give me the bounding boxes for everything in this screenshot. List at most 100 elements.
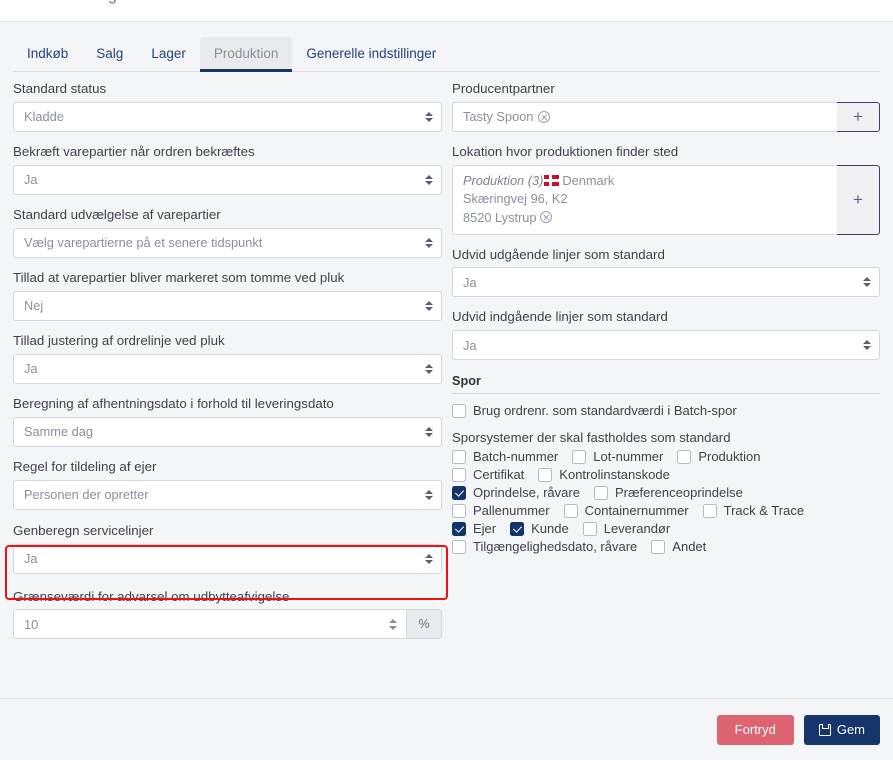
checkbox-box-icon	[677, 450, 691, 464]
production-location-country: Denmark	[562, 173, 614, 188]
checkbox-label: Pallenummer	[473, 503, 550, 518]
checkbox-label: Kunde	[531, 521, 569, 536]
label-allow-adjust: Tillad justering af ordrelinje ved pluk	[13, 332, 442, 350]
checkbox-track-and-trace[interactable]: Track & Trace	[703, 503, 804, 518]
label-default-selection: Standard udvælgelse af varepartier	[13, 206, 442, 224]
chevron-updown-icon	[862, 275, 871, 289]
field-owner-rule: Regel for tildeling af ejer Personen der…	[13, 458, 442, 510]
select-standard-status-value: Kladde	[24, 109, 64, 124]
checkbox-box-icon	[564, 504, 578, 518]
tab-lager[interactable]: Lager	[137, 37, 200, 72]
checkbox-label: Certifikat	[473, 467, 524, 482]
chevron-updown-icon	[862, 338, 871, 352]
select-allow-empty[interactable]: Nej	[13, 291, 442, 321]
checkbox-box-icon	[703, 504, 717, 518]
label-pickup-calc: Beregning af afhentningsdato i forhold t…	[13, 395, 442, 413]
checkbox-use-order-no[interactable]: Brug ordrenr. som standardværdi i Batch-…	[452, 403, 737, 418]
checkbox-label: Track & Trace	[724, 503, 804, 518]
checkbox-label: Oprindelse, råvare	[473, 485, 580, 500]
cutoff-heading-text: g	[108, 0, 117, 5]
tab-generelle-indstillinger[interactable]: Generelle indstillinger	[292, 37, 450, 72]
checkbox-andet[interactable]: Andet	[651, 539, 706, 554]
select-owner-rule-value: Personen der opretter	[24, 487, 149, 502]
producer-partner-input[interactable]: Tasty Spoon	[452, 102, 838, 132]
label-production-location: Lokation hvor produktionen finder sted	[452, 143, 880, 161]
select-expand-incoming-value: Ja	[463, 338, 477, 353]
checkbox-box-icon	[572, 450, 586, 464]
select-confirm-batches[interactable]: Ja	[13, 165, 442, 195]
checkbox-kunde[interactable]: Kunde	[510, 521, 569, 536]
production-location-input[interactable]: Produktion (3)Denmark Skæringvej 96, K2 …	[452, 165, 838, 235]
checkbox-box-icon	[452, 486, 466, 500]
checkbox-certifikat[interactable]: Certifikat	[452, 467, 524, 482]
label-recalc-service: Genberegn servicelinjer	[13, 522, 442, 540]
select-recalc-service[interactable]: Ja	[13, 544, 442, 574]
checkbox-kontrolinstanskode[interactable]: Kontrolinstanskode	[538, 467, 670, 482]
label-expand-incoming: Udvid indgående linjer som standard	[452, 308, 880, 326]
chevron-updown-icon	[424, 362, 433, 376]
select-expand-outgoing-value: Ja	[463, 275, 477, 290]
tab-bar: Indkøb Salg Lager Produktion Generelle i…	[0, 22, 893, 72]
remove-circle-icon[interactable]	[538, 111, 550, 123]
yield-threshold-input[interactable]: 10	[13, 609, 406, 639]
label-allow-empty: Tillad at varepartier bliver markeret so…	[13, 269, 442, 287]
select-allow-adjust[interactable]: Ja	[13, 354, 442, 384]
checkbox-label: Kontrolinstanskode	[559, 467, 670, 482]
field-standard-status: Standard status Kladde	[13, 80, 442, 132]
production-location-input-group: Produktion (3)Denmark Skæringvej 96, K2 …	[452, 165, 880, 235]
field-producer-partner: Producentpartner Tasty Spoon +	[452, 80, 880, 132]
chevron-updown-icon	[424, 299, 433, 313]
label-expand-outgoing: Udvid udgående linjer som standard	[452, 246, 880, 264]
production-location-line2: Skæringvej 96, K2	[463, 190, 827, 209]
production-location-postal: 8520 Lystrup	[463, 210, 537, 225]
production-location-name: Produktion (3)	[463, 173, 543, 188]
select-standard-status[interactable]: Kladde	[13, 102, 442, 132]
save-button-label: Gem	[837, 722, 865, 737]
yield-threshold-value: 10	[24, 617, 38, 632]
checkbox-lot-nummer[interactable]: Lot-nummer	[572, 449, 663, 464]
checkbox-praeferenceoprindelse[interactable]: Præferenceoprindelse	[594, 485, 743, 500]
tab-indkob[interactable]: Indkøb	[13, 37, 82, 72]
field-default-selection: Standard udvælgelse af varepartier Vælg …	[13, 206, 442, 258]
remove-circle-icon[interactable]	[540, 211, 552, 223]
checkbox-pallenummer[interactable]: Pallenummer	[452, 503, 550, 518]
field-expand-outgoing: Udvid udgående linjer som standard Ja	[452, 246, 880, 298]
checkbox-leverandoer[interactable]: Leverandør	[583, 521, 670, 536]
select-expand-incoming[interactable]: Ja	[452, 330, 880, 360]
label-yield-threshold: Grænseværdi for advarsel om udbytteafvig…	[13, 588, 442, 606]
checkbox-tilgaengelighedsdato-raavare[interactable]: Tilgængelighedsdato, råvare	[452, 539, 637, 554]
trace-row-4: Pallenummer Containernummer Track & Trac…	[452, 503, 880, 518]
chevron-updown-icon	[424, 110, 433, 124]
number-stepper-icon[interactable]	[387, 616, 398, 632]
cancel-button[interactable]: Fortryd	[717, 715, 794, 745]
checkbox-containernummer[interactable]: Containernummer	[564, 503, 689, 518]
trace-row-6: Tilgængelighedsdato, råvare Andet	[452, 539, 880, 554]
select-pickup-calc[interactable]: Samme dag	[13, 417, 442, 447]
field-production-location: Lokation hvor produktionen finder sted P…	[452, 143, 880, 235]
checkbox-label: Batch-nummer	[473, 449, 558, 464]
field-expand-incoming: Udvid indgående linjer som standard Ja	[452, 308, 880, 360]
select-confirm-batches-value: Ja	[24, 172, 38, 187]
right-settings-column: Producentpartner Tasty Spoon + Lokation …	[452, 80, 880, 557]
save-button[interactable]: Gem	[804, 715, 880, 745]
checkbox-label: Containernummer	[585, 503, 689, 518]
add-producer-partner-button[interactable]: +	[837, 102, 880, 132]
select-allow-adjust-value: Ja	[24, 361, 38, 376]
production-location-line3: 8520 Lystrup	[463, 209, 827, 228]
checkbox-produktion[interactable]: Produktion	[677, 449, 760, 464]
checkbox-ejer[interactable]: Ejer	[452, 521, 496, 536]
select-expand-outgoing[interactable]: Ja	[452, 267, 880, 297]
checkbox-label: Ejer	[473, 521, 496, 536]
select-default-selection[interactable]: Vælg varepartierne på et senere tidspunk…	[13, 228, 442, 258]
tab-salg[interactable]: Salg	[82, 37, 137, 72]
checkbox-box-icon	[452, 540, 466, 554]
field-yield-threshold: Grænseværdi for advarsel om udbytteafvig…	[13, 588, 442, 640]
tab-produktion[interactable]: Produktion	[200, 37, 293, 72]
select-owner-rule[interactable]: Personen der opretter	[13, 480, 442, 510]
checkbox-batch-nummer[interactable]: Batch-nummer	[452, 449, 558, 464]
field-pickup-calc: Beregning af afhentningsdato i forhold t…	[13, 395, 442, 447]
add-production-location-button[interactable]: +	[837, 165, 880, 235]
checkbox-oprindelse-raavare[interactable]: Oprindelse, råvare	[452, 485, 580, 500]
checkbox-label: Lot-nummer	[593, 449, 663, 464]
checkbox-label: Andet	[672, 539, 706, 554]
